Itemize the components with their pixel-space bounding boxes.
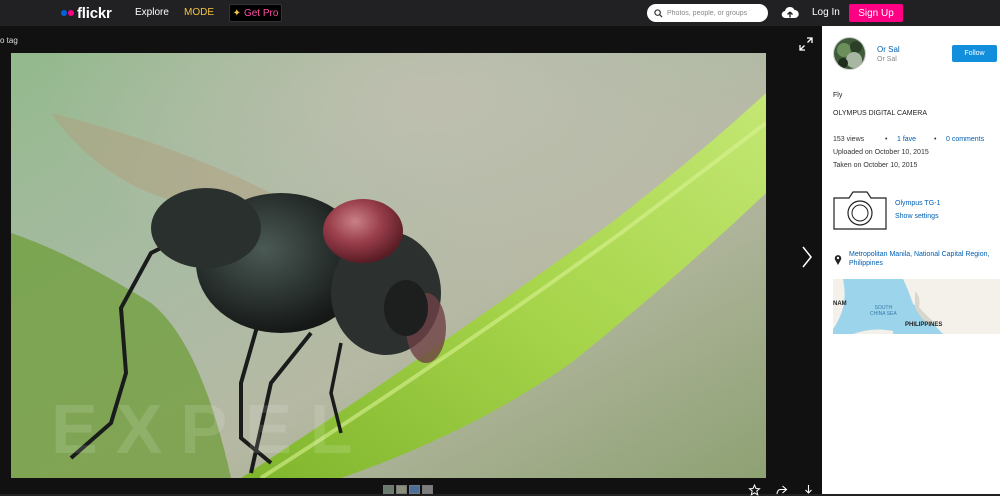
faves-link[interactable]: 1 fave: [897, 136, 916, 143]
thumbnail[interactable]: [396, 485, 407, 494]
main-photo[interactable]: EXPEL: [11, 53, 766, 478]
thumbnail[interactable]: [383, 485, 394, 494]
location-pin-icon: [834, 255, 842, 265]
camera-name-link[interactable]: Olympus TG-1: [895, 200, 940, 207]
login-link[interactable]: Log In: [812, 7, 840, 18]
bullet-separator: •: [885, 136, 888, 143]
owner-subtitle: Or Sal: [877, 56, 897, 63]
map-label-sea: SOUTH CHINA SEA: [870, 305, 897, 317]
logo-pink-dot: [68, 10, 74, 16]
signup-button[interactable]: Sign Up: [849, 4, 903, 22]
sparkle-icon: ✦: [232, 7, 241, 19]
uploaded-date: Uploaded on October 10, 2015: [833, 149, 929, 156]
get-pro-button[interactable]: ✦ Get Pro: [229, 4, 282, 22]
map-label-philippines: PHILIPPINES: [905, 322, 943, 328]
nav-mode-link[interactable]: MODE: [184, 7, 214, 18]
next-arrow-icon[interactable]: [801, 245, 813, 269]
photo-title: Fly: [833, 92, 843, 99]
show-settings-link[interactable]: Show settings: [895, 213, 939, 220]
back-link[interactable]: o tag: [0, 36, 18, 45]
flickr-logo[interactable]: flickr: [61, 4, 112, 22]
download-icon[interactable]: [802, 484, 815, 496]
owner-name-link[interactable]: Or Sal: [877, 45, 900, 54]
camera-icon: [833, 191, 887, 230]
photo-description: OLYMPUS DIGITAL CAMERA: [833, 110, 927, 117]
photo-info-sidebar: Or Sal Or Sal Follow Fly OLYMPUS DIGITAL…: [822, 26, 1000, 494]
location-link[interactable]: Metropolitan Manila, National Capital Re…: [849, 250, 1000, 268]
search-input[interactable]: [667, 9, 767, 17]
map-label-sea-line-2: CHINA SEA: [870, 311, 897, 317]
get-pro-label: Get Pro: [243, 7, 279, 19]
taken-date: Taken on October 10, 2015: [833, 162, 918, 169]
expand-icon[interactable]: [799, 37, 813, 51]
follow-button[interactable]: Follow: [952, 45, 997, 62]
avatar[interactable]: [833, 37, 866, 70]
photostream-thumbnails: [383, 485, 433, 494]
location-line-1: Metropolitan Manila, National Capital Re…: [849, 251, 990, 258]
views-count: 153 views: [833, 136, 865, 143]
avatar-image: [834, 38, 865, 69]
top-nav: flickr Explore MODE ✦ Get Pro Log In Sig…: [0, 0, 1000, 26]
nav-explore-link[interactable]: Explore: [135, 7, 169, 18]
photo-actions: [748, 484, 815, 496]
share-icon[interactable]: [775, 484, 788, 496]
star-icon[interactable]: [748, 484, 761, 496]
search-icon: [654, 8, 663, 18]
logo-blue-dot: [61, 10, 67, 16]
search-box[interactable]: [647, 4, 768, 22]
comments-link[interactable]: 0 comments: [946, 136, 984, 143]
upload-cloud-icon[interactable]: [781, 4, 799, 22]
logo-text: flickr: [77, 4, 112, 22]
svg-text:EXPEL: EXPEL: [51, 390, 371, 468]
bullet-separator: •: [934, 136, 937, 143]
map-label-country-left: NAM: [833, 301, 847, 307]
location-line-2: Philippines: [849, 260, 883, 267]
thumbnail[interactable]: [409, 485, 420, 494]
thumbnail[interactable]: [422, 485, 433, 494]
photo-viewer: o tag EXPEL: [0, 26, 822, 496]
fly-photo-image: EXPEL: [11, 53, 766, 478]
location-map[interactable]: NAM SOUTH CHINA SEA PHILIPPINES: [833, 279, 1000, 334]
